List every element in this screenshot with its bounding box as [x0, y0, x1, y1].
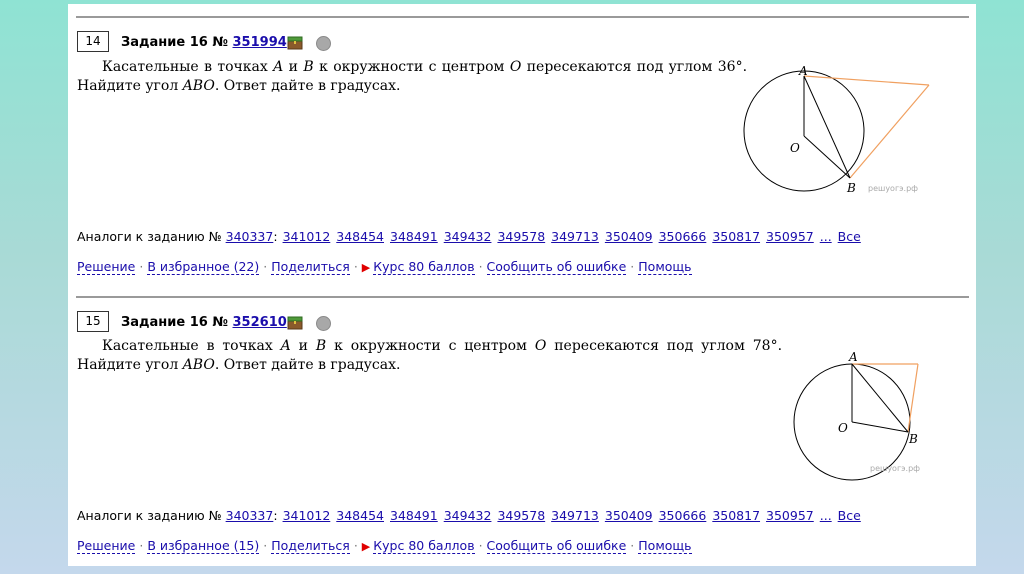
analog-link[interactable]: 341012	[283, 508, 331, 523]
analog-link[interactable]: 350666	[659, 508, 707, 523]
point-label-o: O	[790, 141, 800, 155]
analog-main-link[interactable]: 340337	[226, 508, 274, 523]
analog-link[interactable]: 350666	[659, 229, 707, 244]
radius-ob	[803, 135, 851, 179]
analog-link[interactable]: 350817	[712, 229, 760, 244]
point-label-b: B	[846, 181, 856, 195]
analog-link[interactable]: 350817	[712, 508, 760, 523]
treasure-chest-icon[interactable]	[287, 315, 303, 330]
more-link[interactable]: ...	[820, 229, 832, 244]
share-link[interactable]: Поделиться	[271, 538, 350, 554]
point-label-a: A	[848, 350, 858, 364]
analog-link[interactable]: 348491	[390, 229, 438, 244]
favorites-link[interactable]: В избранное (22)	[147, 259, 260, 275]
analog-link[interactable]: 349713	[551, 229, 599, 244]
watermark: решуогэ.рф	[870, 464, 920, 473]
task-id-link[interactable]: 352610	[233, 315, 287, 330]
geometry-figure: A O B решуогэ.рф	[743, 64, 930, 195]
task-title: Задание 16 № 351994	[121, 35, 287, 50]
report-error-link[interactable]: Сообщить об ошибке	[486, 259, 627, 275]
analog-link[interactable]: 350957	[766, 508, 814, 523]
watermark: решуогэ.рф	[868, 184, 918, 193]
analog-main-link[interactable]: 340337	[226, 229, 274, 244]
analog-link[interactable]: 341012	[283, 229, 331, 244]
play-arrow-icon: ▶	[361, 261, 371, 274]
status-circle-icon[interactable]	[316, 36, 331, 51]
separator-middle	[76, 296, 969, 298]
separator-top	[76, 16, 969, 18]
analog-link[interactable]: 349578	[497, 229, 545, 244]
more-link[interactable]: ...	[820, 508, 832, 523]
analog-link[interactable]: 350409	[605, 229, 653, 244]
analogs-row: Аналоги к заданию № 340337: 341012 348454 34…	[77, 508, 861, 523]
problem-text: Касательные в точках A и B к окружности …	[77, 59, 748, 94]
solution-link[interactable]: Решение	[77, 538, 136, 554]
analog-link[interactable]: 348491	[390, 508, 438, 523]
analog-link[interactable]: 349713	[551, 508, 599, 523]
geometry-figure: A O B решуогэ.рф	[793, 350, 920, 481]
point-label-o: O	[838, 421, 848, 435]
course-link[interactable]: Курс 80 баллов	[373, 538, 475, 554]
all-link[interactable]: Все	[838, 229, 861, 244]
analog-link[interactable]: 350409	[605, 508, 653, 523]
analog-link[interactable]: 348454	[336, 508, 384, 523]
analog-link[interactable]: 349578	[497, 508, 545, 523]
task-id-link[interactable]: 351994	[233, 35, 287, 50]
tangent-line-b	[849, 84, 930, 179]
tangent-line-b	[907, 363, 919, 433]
point-label-a: A	[798, 64, 808, 78]
analog-link[interactable]: 348454	[336, 229, 384, 244]
play-arrow-icon: ▶	[361, 540, 371, 553]
action-links-row: Решение · В избранное (15) · Поделиться · ▶ Кур…	[77, 538, 692, 554]
report-error-link[interactable]: Сообщить об ошибке	[486, 538, 627, 554]
solution-link[interactable]: Решение	[77, 259, 136, 275]
course-link[interactable]: Курс 80 баллов	[373, 259, 475, 275]
chord-ab	[851, 363, 909, 433]
analog-link[interactable]: 349432	[444, 229, 492, 244]
share-link[interactable]: Поделиться	[271, 259, 350, 275]
action-links-row: Решение · В избранное (22) · Поделиться · ▶ Кур…	[77, 259, 692, 275]
chord-ab	[803, 75, 851, 179]
help-link[interactable]: Помощь	[638, 259, 692, 275]
task-number-box: 15	[77, 311, 109, 332]
analog-link[interactable]: 350957	[766, 229, 814, 244]
treasure-chest-icon[interactable]	[287, 35, 303, 50]
all-link[interactable]: Все	[838, 508, 861, 523]
problem-text: Касательные в точках A и B к окружности …	[77, 338, 783, 373]
help-link[interactable]: Помощь	[638, 538, 692, 554]
task-title: Задание 16 № 352610	[121, 315, 287, 330]
analogs-row: Аналоги к заданию № 340337: 341012 348454 34…	[77, 229, 861, 244]
status-circle-icon[interactable]	[316, 316, 331, 331]
favorites-link[interactable]: В избранное (15)	[147, 538, 260, 554]
analog-link[interactable]: 349432	[444, 508, 492, 523]
task-title-prefix: Задание 16 №	[121, 35, 228, 50]
task-number-box: 14	[77, 31, 109, 52]
radius-ob	[851, 421, 909, 433]
tangent-line-a	[803, 75, 930, 86]
point-label-b: B	[908, 432, 918, 446]
task-title-prefix: Задание 16 №	[121, 315, 228, 330]
